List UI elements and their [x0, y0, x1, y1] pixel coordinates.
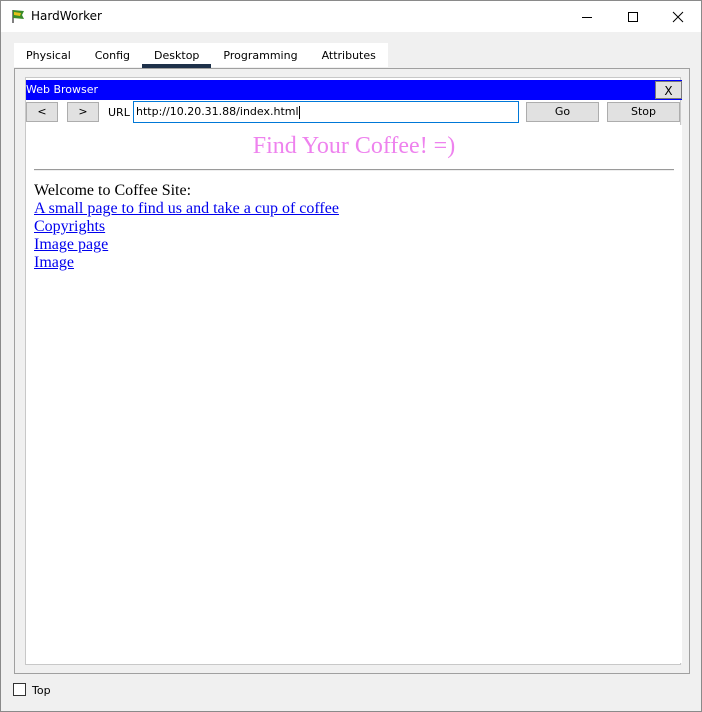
app-window: HardWorker Physical Config Desktop Progr… [0, 0, 702, 712]
stop-button[interactable]: Stop [607, 102, 680, 122]
forward-button[interactable]: > [67, 102, 99, 122]
url-input[interactable]: http://10.20.31.88/index.html [133, 101, 519, 123]
link-image[interactable]: Image [34, 254, 74, 272]
url-label: URL [108, 106, 130, 119]
tab-programming[interactable]: Programming [211, 43, 310, 67]
close-icon [672, 11, 684, 22]
tab-desktop[interactable]: Desktop [142, 43, 212, 68]
title-bar: HardWorker [1, 1, 701, 32]
url-value: http://10.20.31.88/index.html [136, 105, 299, 118]
tab-physical[interactable]: Physical [14, 43, 83, 67]
top-checkbox[interactable] [13, 683, 26, 696]
page-title: Find Your Coffee! =) [252, 133, 456, 159]
link-copyrights[interactable]: Copyrights [34, 218, 105, 236]
tab-attributes[interactable]: Attributes [309, 43, 388, 67]
tab-config[interactable]: Config [82, 43, 143, 67]
minimize-icon [582, 16, 592, 18]
browser-title: Web Browser [26, 83, 99, 96]
top-checkbox-label: Top [32, 684, 51, 697]
close-button[interactable] [655, 1, 701, 32]
minimize-button[interactable] [564, 1, 610, 32]
tab-bar: Physical Config Desktop Programming Attr… [14, 43, 388, 68]
welcome-text: Welcome to Coffee Site: [34, 182, 192, 199]
window-title: HardWorker [31, 9, 102, 23]
desktop-panel: Web Browser X < > URL http://10.20.31.88… [14, 68, 690, 674]
text-caret [298, 105, 300, 119]
go-button[interactable]: Go [526, 102, 599, 122]
link-image-page[interactable]: Image page [34, 236, 108, 254]
maximize-button[interactable] [610, 1, 656, 32]
browser-header: Web Browser X [26, 80, 682, 100]
back-button[interactable]: < [26, 102, 58, 122]
app-icon [12, 10, 24, 23]
web-browser: Web Browser X < > URL http://10.20.31.88… [25, 77, 682, 665]
horizontal-rule [34, 169, 674, 171]
browser-close-button[interactable]: X [655, 81, 682, 99]
link-small-page[interactable]: A small page to find us and take a cup o… [34, 200, 339, 218]
maximize-icon [628, 11, 638, 22]
page-content: Find Your Coffee! =) Welcome to Coffee S… [26, 125, 682, 663]
